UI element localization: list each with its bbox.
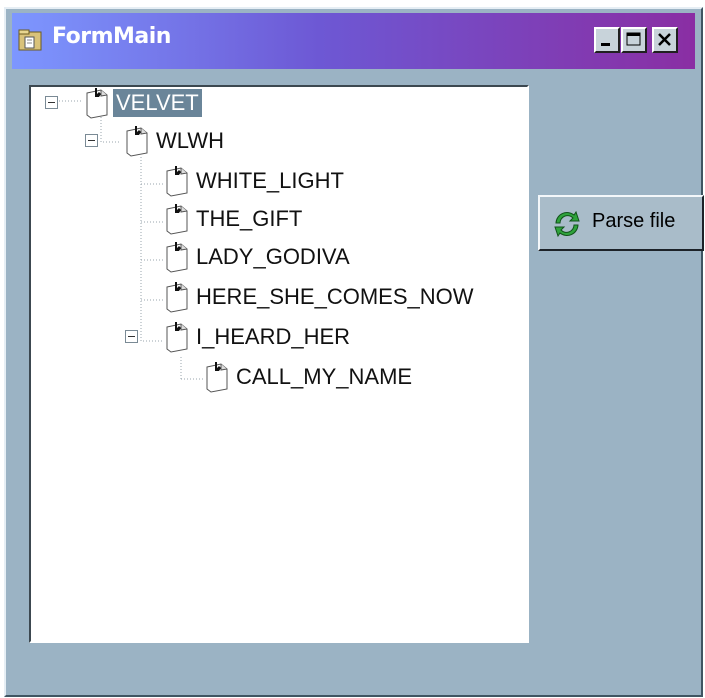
expand-collapse-toggle[interactable] — [85, 134, 98, 147]
close-button[interactable] — [652, 27, 678, 53]
expand-collapse-toggle[interactable] — [125, 330, 138, 343]
document-node-icon — [123, 125, 151, 157]
tree-node-label[interactable]: HERE_SHE_COMES_NOW — [193, 283, 477, 311]
window-title: FormMain — [52, 24, 171, 49]
document-node-icon — [163, 203, 191, 235]
document-node-icon — [163, 165, 191, 197]
document-node-icon — [203, 361, 231, 393]
tree-node-label[interactable]: WHITE_LIGHT — [193, 167, 347, 195]
parse-file-button[interactable]: Parse file — [538, 195, 704, 251]
document-node-icon — [163, 281, 191, 313]
tree-node-label[interactable]: WLWH — [153, 127, 227, 155]
document-node-icon — [163, 241, 191, 273]
folder-app-icon — [18, 29, 42, 51]
parse-file-label: Parse file — [592, 210, 676, 232]
refresh-icon — [554, 210, 580, 238]
tree-node-label[interactable]: I_HEARD_HER — [193, 323, 353, 351]
maximize-icon — [626, 32, 641, 46]
tree-node-label[interactable]: THE_GIFT — [193, 205, 305, 233]
minimize-button[interactable] — [594, 27, 620, 53]
minimize-icon — [601, 43, 610, 46]
document-node-icon — [163, 321, 191, 353]
tree-view[interactable]: VELVET WLWH WHITE_LIGHT THE_GIFT LADY_GODIVA… — [29, 85, 529, 643]
maximize-button[interactable] — [621, 27, 647, 53]
tree-node-label[interactable]: VELVET — [113, 89, 202, 117]
document-node-icon — [83, 87, 111, 119]
title-bar[interactable]: FormMain — [12, 13, 695, 69]
close-icon — [658, 33, 671, 46]
tree-node-label[interactable]: CALL_MY_NAME — [233, 363, 415, 391]
expand-collapse-toggle[interactable] — [45, 96, 58, 109]
form-main-window: FormMain VELVET WLWH WHITE_LIGHT THE_GIF… — [4, 7, 704, 697]
tree-node-label[interactable]: LADY_GODIVA — [193, 243, 353, 271]
